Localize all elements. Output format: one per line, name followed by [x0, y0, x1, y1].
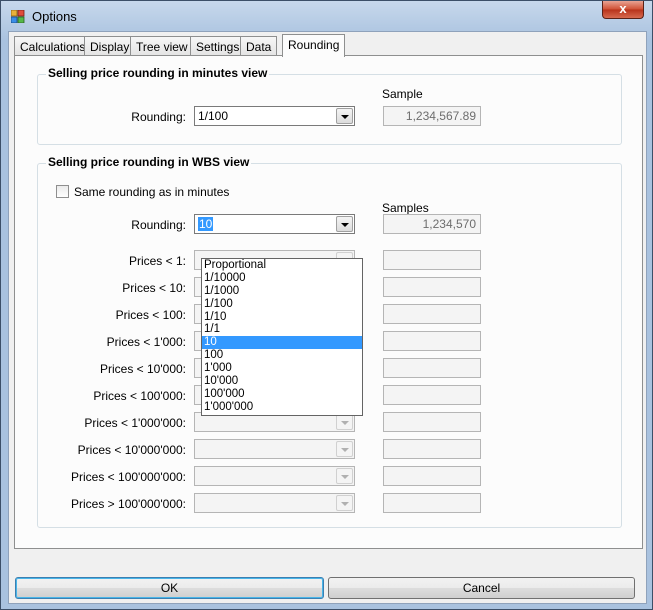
dropdown-option[interactable]: 100 [202, 349, 362, 362]
price-row-combo[interactable] [194, 466, 355, 486]
price-row-sample [383, 250, 481, 270]
tab-label: Data [246, 40, 272, 54]
same-rounding-label[interactable]: Same rounding as in minutes [74, 185, 229, 199]
dropdown-option[interactable]: 1/1000 [202, 285, 362, 298]
minutes-sample-field: 1,234,567.89 [383, 106, 481, 126]
price-row-sample [383, 358, 481, 378]
dropdown-option[interactable]: 1/10000 [202, 272, 362, 285]
dropdown-option[interactable]: 100'000 [202, 388, 362, 401]
price-row-sample [383, 385, 481, 405]
dropdown-option[interactable]: Proportional [202, 259, 362, 272]
dropdown-option[interactable]: 1'000 [202, 362, 362, 375]
price-row-label: Prices < 100'000: [93, 389, 186, 403]
wbs-rounding-combo[interactable]: 10 [194, 214, 355, 234]
dropdown-option[interactable]: 10'000 [202, 375, 362, 388]
samples-header: Samples [382, 201, 429, 215]
chevron-down-icon [336, 414, 353, 430]
wbs-rounding-value: 10 [198, 217, 214, 231]
dropdown-option[interactable]: 1/1 [202, 323, 362, 336]
dropdown-option-selected[interactable]: 10 [202, 336, 362, 350]
tab-label: Settings [196, 40, 240, 54]
tab-label: Display [90, 40, 130, 54]
chevron-down-icon [336, 441, 353, 457]
window-title: Options [32, 9, 77, 24]
price-row-label: Prices < 10'000'000: [77, 443, 186, 457]
wbs-sample-field: 1,234,570 [383, 214, 481, 234]
price-row-label: Prices < 1: [128, 254, 186, 268]
tab-label: Tree view [136, 40, 188, 54]
price-row-sample [383, 493, 481, 513]
tab-label: Rounding [288, 38, 340, 52]
price-row-sample [383, 277, 481, 297]
minutes-rounding-group: Selling price rounding in minutes view S… [37, 66, 622, 145]
price-row-combo[interactable] [194, 439, 355, 459]
rounding-tab-panel: Selling price rounding in minutes view S… [14, 55, 643, 549]
dropdown-option[interactable]: 1/100 [202, 298, 362, 311]
chevron-down-icon[interactable] [336, 216, 353, 232]
price-row-sample [383, 439, 481, 459]
minutes-rounding-value: 1/100 [198, 109, 229, 123]
price-row-sample [383, 331, 481, 351]
wbs-rounding-label: Rounding: [131, 218, 186, 232]
tab-label: Calculations [20, 40, 86, 54]
price-row-label: Prices < 1'000'000: [84, 416, 186, 430]
chevron-down-icon[interactable] [336, 108, 353, 124]
price-row-label: Prices < 1'000: [106, 335, 186, 349]
close-icon: x [619, 1, 627, 16]
price-row-combo[interactable] [194, 493, 355, 513]
wbs-group-title: Selling price rounding in WBS view [46, 155, 252, 169]
tab-calculations[interactable]: Calculations [14, 36, 92, 56]
tab-display[interactable]: Display [84, 36, 136, 56]
price-row-label: Prices < 100: [115, 308, 186, 322]
app-icon [11, 10, 25, 23]
cancel-button[interactable]: Cancel [328, 577, 635, 599]
title-bar[interactable]: Options x [1, 1, 652, 31]
dropdown-option[interactable]: 1/10 [202, 311, 362, 324]
price-row-sample [383, 466, 481, 486]
options-dialog: Options x Calculations Display Tree view… [0, 0, 653, 610]
tab-settings[interactable]: Settings [190, 36, 246, 56]
rounding-dropdown-list: Proportional 1/10000 1/1000 1/100 1/10 1… [201, 258, 363, 416]
dropdown-option[interactable]: 1'000'000 [202, 401, 362, 414]
minutes-group-title: Selling price rounding in minutes view [46, 66, 270, 80]
price-row-label: Prices < 10'000: [99, 362, 186, 376]
close-button[interactable]: x [602, 1, 644, 19]
price-row-sample [383, 412, 481, 432]
chevron-down-icon [336, 468, 353, 484]
tab-tree-view[interactable]: Tree view [130, 36, 194, 56]
tab-data[interactable]: Data [240, 36, 278, 56]
chevron-down-icon [336, 495, 353, 511]
tab-rounding[interactable]: Rounding [282, 34, 346, 57]
minutes-rounding-combo[interactable]: 1/100 [194, 106, 355, 126]
dialog-client-area: Calculations Display Tree view Settings … [8, 31, 647, 604]
price-row-label: Prices < 100'000'000: [71, 470, 186, 484]
price-row-label: Prices < 10: [122, 281, 186, 295]
sample-header: Sample [382, 87, 423, 101]
price-row-sample [383, 304, 481, 324]
same-rounding-checkbox[interactable] [56, 185, 69, 198]
ok-button[interactable]: OK [15, 577, 324, 599]
price-row-label: Prices > 100'000'000: [71, 497, 186, 511]
minutes-rounding-label: Rounding: [131, 110, 186, 124]
